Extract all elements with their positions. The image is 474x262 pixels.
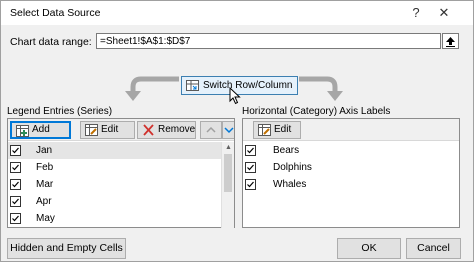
list-item[interactable]: Feb	[8, 159, 234, 176]
edit-series-label: Edit	[101, 124, 119, 135]
add-series-button[interactable]: Add	[10, 121, 71, 139]
list-item[interactable]: Dolphins	[243, 159, 459, 176]
axis-labels-label: Horizontal (Category) Axis Labels	[242, 106, 391, 117]
checkmark-icon	[247, 181, 254, 188]
move-down-button[interactable]	[222, 121, 234, 139]
list-item[interactable]: Whales	[243, 176, 459, 193]
edit-table-icon	[258, 124, 271, 136]
legend-entries-list: Jan Feb Mar Apr May	[8, 142, 234, 227]
series-label: May	[36, 213, 55, 224]
edit-table-icon	[85, 124, 98, 136]
edit-axis-labels-button[interactable]: Edit	[253, 121, 301, 139]
category-label: Whales	[273, 179, 307, 190]
ok-button[interactable]: OK	[337, 238, 401, 259]
checkbox[interactable]	[10, 179, 21, 190]
switch-row-column-icon	[186, 80, 199, 91]
mouse-cursor-icon	[229, 87, 241, 105]
checkbox[interactable]	[10, 145, 21, 156]
checkmark-icon	[12, 147, 19, 154]
legend-toolbar: Add Edit Remove	[8, 119, 234, 141]
checkbox[interactable]	[10, 213, 21, 224]
collapse-dialog-button[interactable]	[442, 33, 459, 49]
move-up-button[interactable]	[200, 121, 222, 139]
chevron-down-icon	[224, 127, 234, 134]
list-item[interactable]: Mar	[8, 176, 234, 193]
edit-axis-labels-label: Edit	[274, 124, 292, 135]
collapse-arrow-icon	[446, 37, 455, 47]
help-button[interactable]: ?	[405, 3, 427, 23]
list-item[interactable]: Apr	[8, 193, 234, 210]
series-label: Apr	[36, 196, 52, 207]
checkmark-icon	[12, 198, 19, 205]
switch-left-arrow-icon	[125, 76, 179, 101]
remove-series-label: Remove	[158, 124, 196, 135]
add-series-label: Add	[32, 124, 50, 135]
axis-labels-panel: Edit Bears Dolphins Whales	[242, 118, 460, 228]
category-label: Bears	[273, 145, 300, 156]
series-label: Feb	[36, 162, 54, 173]
hidden-and-empty-cells-button[interactable]: Hidden and Empty Cells	[7, 238, 126, 259]
scroll-up-icon[interactable]: ▲	[225, 144, 232, 151]
remove-x-icon	[143, 124, 154, 136]
legend-scrollbar[interactable]: ▲	[221, 142, 234, 228]
checkbox[interactable]	[10, 196, 21, 207]
checkmark-icon	[12, 215, 19, 222]
checkbox[interactable]	[245, 179, 256, 190]
list-item[interactable]: Bears	[243, 142, 459, 159]
axis-toolbar: Edit	[243, 119, 459, 141]
checkmark-icon	[12, 181, 19, 188]
cancel-button[interactable]: Cancel	[406, 238, 461, 259]
close-button[interactable]: ✕	[433, 3, 455, 23]
series-label: Mar	[36, 179, 54, 190]
chart-data-range-label: Chart data range:	[10, 36, 92, 48]
checkbox[interactable]	[10, 162, 21, 173]
legend-entries-panel: Add Edit Remove Jan Feb Mar Apr May ▲	[7, 118, 235, 228]
select-data-source-dialog: Select Data Source ? ✕ Chart data range:…	[0, 0, 474, 262]
remove-series-button[interactable]: Remove	[137, 121, 196, 139]
category-label: Dolphins	[273, 162, 312, 173]
scroll-thumb[interactable]	[224, 154, 232, 192]
checkbox[interactable]	[245, 162, 256, 173]
add-table-icon	[16, 125, 29, 137]
switch-row-column-label: Switch Row/Column	[203, 80, 293, 91]
series-label: Jan	[36, 145, 53, 156]
edit-series-button[interactable]: Edit	[80, 121, 135, 139]
axis-labels-list: Bears Dolphins Whales	[243, 142, 459, 193]
switch-right-arrow-icon	[299, 76, 343, 101]
list-item[interactable]: Jan	[8, 142, 234, 159]
title-bar: Select Data Source ? ✕	[1, 1, 473, 25]
chart-data-range-input[interactable]: =Sheet1!$A$1:$D$7	[96, 33, 441, 49]
checkbox[interactable]	[245, 145, 256, 156]
checkmark-icon	[12, 164, 19, 171]
window-title: Select Data Source	[10, 7, 101, 19]
checkmark-icon	[247, 164, 254, 171]
chevron-up-icon	[206, 126, 216, 133]
legend-entries-label: Legend Entries (Series)	[7, 106, 113, 117]
checkmark-icon	[247, 147, 254, 154]
list-item[interactable]: May	[8, 210, 234, 227]
